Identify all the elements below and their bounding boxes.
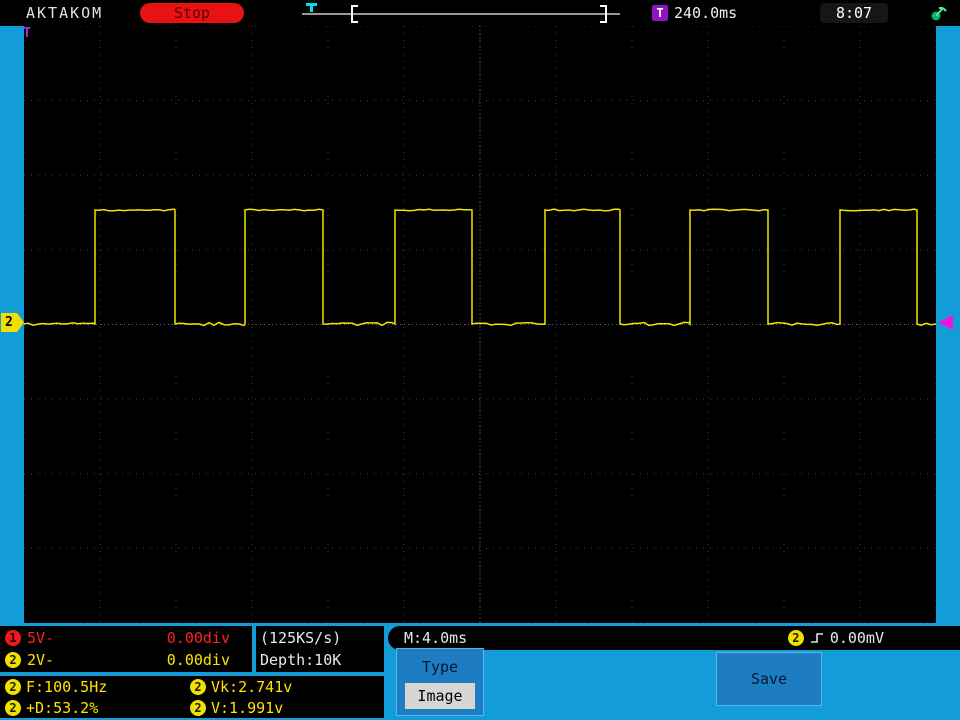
- oscilloscope-app: { "colors": { "bg": "#129cd8", "accent_r…: [0, 0, 960, 720]
- trigger-delay-value: 240.0ms: [674, 4, 738, 22]
- save-button[interactable]: Save: [716, 652, 822, 706]
- trigger-level-readout: 2 0.00mV: [787, 629, 884, 647]
- measurements-panel: 2 F:100.5Hz 2 Vk:2.741v 2 +D:53.2% 2 V:1…: [0, 676, 384, 718]
- ch1-scale-row: 1 5V- 0.00div: [5, 629, 230, 647]
- trigger-delay-readout: T 240.0ms: [652, 2, 737, 24]
- timebase-strip: M:4.0ms 2 0.00mV: [388, 626, 960, 650]
- meas-src-badge: 2: [190, 699, 206, 716]
- meas-value: +D:53.2%: [26, 698, 99, 717]
- meas-value: F:100.5Hz: [26, 677, 108, 696]
- memory-depth: Depth:10K: [260, 651, 342, 669]
- brand-label: AKTAKOM: [26, 4, 104, 22]
- ch1-offset: 0.00div: [166, 629, 230, 647]
- timebase-readout: M:4.0ms: [404, 629, 468, 647]
- trigger-horizontal-flag-icon[interactable]: T: [23, 26, 31, 41]
- ch2-scale-row: 2 2V- 0.00div: [5, 651, 230, 669]
- meas-src-badge: 2: [5, 678, 21, 695]
- type-button[interactable]: Type Image: [396, 648, 484, 716]
- measurement-frequency: 2 F:100.5Hz: [5, 678, 190, 696]
- meas-src-badge: 2: [5, 699, 21, 716]
- channel2-ground-marker[interactable]: 2: [1, 313, 24, 332]
- measurement-vk: 2 Vk:2.741v: [190, 678, 384, 696]
- measurement-duty: 2 +D:53.2%: [5, 699, 190, 717]
- trigger-level-value: 0.00mV: [829, 629, 884, 647]
- measurement-voltage: 2 V:1.991v: [190, 699, 384, 717]
- acquisition-panel: (125KS/s) Depth:10K: [256, 626, 384, 672]
- usb-device-icon: [931, 7, 947, 21]
- ch1-volts-div: 5V-: [27, 629, 55, 647]
- waveform-plot: [24, 26, 936, 623]
- channel-scale-panel: 1 5V- 0.00div 2 2V- 0.00div: [0, 626, 252, 672]
- type-button-label: Type: [421, 658, 459, 676]
- save-button-label: Save: [750, 670, 788, 688]
- rising-edge-icon: [810, 633, 823, 643]
- top-bar: AKTAKOM Stop T 240.0ms 8:07: [0, 0, 960, 26]
- trigger-position-bar[interactable]: [300, 1, 622, 25]
- acquisition-status-badge: Stop: [140, 3, 244, 23]
- clock: 8:07: [820, 3, 888, 23]
- screen: [24, 26, 936, 623]
- trigger-source-badge: 2: [787, 630, 804, 646]
- ch2-offset: 0.00div: [166, 651, 230, 669]
- meas-value: Vk:2.741v: [211, 677, 293, 696]
- trigger-t-icon: T: [652, 5, 668, 21]
- meas-value: V:1.991v: [211, 698, 284, 717]
- ch2-badge: 2: [5, 652, 21, 668]
- type-selected-value[interactable]: Image: [405, 683, 475, 709]
- ch1-badge: 1: [5, 630, 21, 646]
- meas-src-badge: 2: [190, 678, 206, 695]
- trigger-level-arrow-icon[interactable]: [938, 315, 953, 330]
- ch2-volts-div: 2V-: [27, 651, 55, 669]
- sample-rate: (125KS/s): [260, 629, 342, 647]
